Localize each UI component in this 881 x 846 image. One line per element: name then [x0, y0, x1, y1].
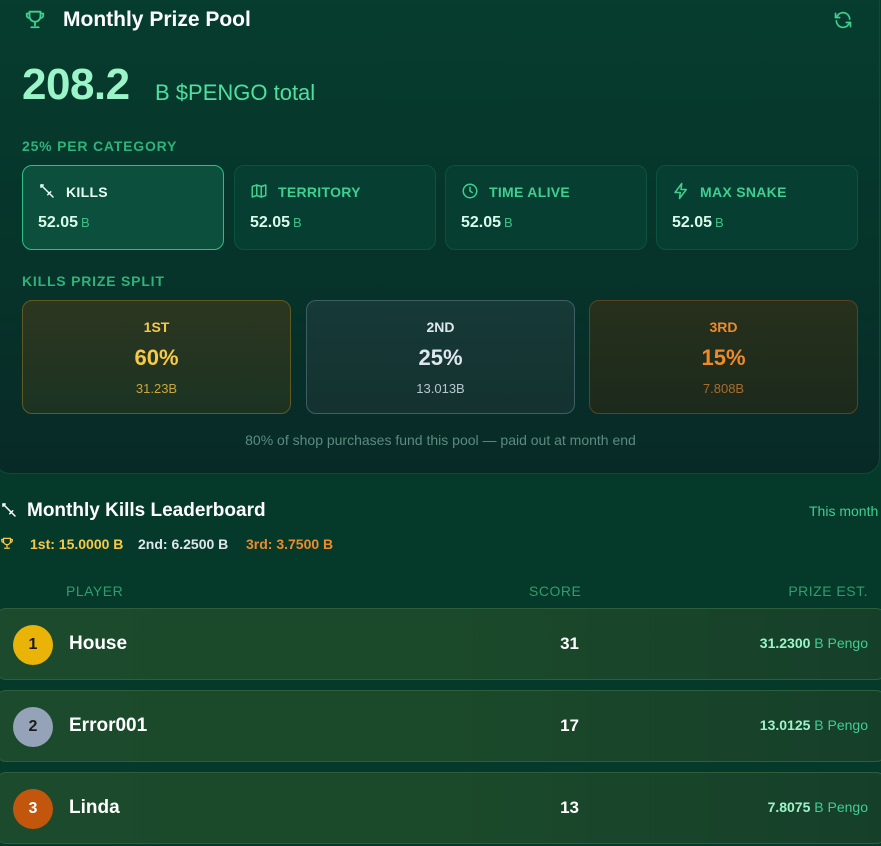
prize-split-3rd: 3rd: 3.7500 B [246, 536, 334, 552]
rank-badge: 2 [13, 707, 53, 747]
pool-total-unit: B $PENGO total [155, 80, 316, 105]
split-card-3rd: 3RD 15% 7.808B [589, 300, 858, 414]
player-score: 13 [560, 798, 579, 817]
category-card-territory[interactable]: TERRITORY 52.05 B [234, 165, 436, 250]
category-name: MAX SNAKE [700, 184, 787, 200]
split-percent: 15% [701, 345, 746, 370]
player-name: Linda [69, 797, 120, 818]
category-name: TERRITORY [278, 184, 361, 200]
split-rank: 1ST [143, 319, 170, 335]
column-header-score: SCORE [529, 583, 582, 599]
trophy-icon [25, 10, 45, 29]
column-header-player: PLAYER [66, 583, 124, 599]
split-rank: 3RD [709, 319, 738, 335]
rank-badge: 1 [13, 625, 53, 665]
category-card-kills[interactable]: KILLS 52.05 B [22, 165, 224, 250]
trophy-icon [1, 537, 13, 549]
pool-footnote: 80% of shop purchases fund this pool — p… [245, 432, 636, 448]
category-value: 52.05 B [672, 214, 724, 231]
split-label: KILLS PRIZE SPLIT [22, 273, 165, 289]
player-score: 31 [560, 634, 579, 653]
player-name: Error001 [69, 715, 148, 736]
sword-icon [40, 184, 54, 198]
categories-label: 25% PER CATEGORY [22, 138, 178, 154]
map-icon [251, 184, 267, 198]
sword-icon [2, 503, 16, 517]
table-row[interactable]: 2 Error001 17 13.0125 B Pengo [0, 690, 881, 762]
leaderboard-title: Monthly Kills Leaderboard [27, 500, 266, 521]
split-amount: 31.23B [135, 381, 178, 396]
lightning-icon [674, 182, 687, 200]
split-card-1st: 1ST 60% 31.23B [22, 300, 291, 414]
category-value: 52.05 B [250, 214, 302, 231]
refresh-icon[interactable] [833, 10, 853, 30]
pool-total-amount: 208.2 [22, 60, 130, 109]
player-name: House [69, 633, 128, 654]
table-row[interactable]: 1 House 31 31.2300 B Pengo [0, 608, 881, 680]
prize-split-2nd: 2nd: 6.2500 B [138, 536, 229, 552]
prize-estimate: 7.8075 B Pengo [767, 799, 868, 815]
category-value: 52.05 B [38, 214, 90, 231]
split-amount: 13.013B [416, 381, 465, 396]
page-title: Monthly Prize Pool [63, 8, 251, 31]
clock-icon [462, 183, 478, 199]
prize-split-1st: 1st: 15.0000 B [30, 536, 124, 552]
prize-estimate: 13.0125 B Pengo [759, 717, 868, 733]
split-percent: 25% [418, 345, 463, 370]
split-percent: 60% [134, 345, 179, 370]
category-card-max-snake[interactable]: MAX SNAKE 52.05 B [656, 165, 858, 250]
column-header-prize: PRIZE EST. [788, 583, 868, 599]
category-name: TIME ALIVE [489, 184, 571, 200]
rank-badge: 3 [13, 789, 53, 829]
player-score: 17 [560, 716, 579, 735]
split-card-2nd: 2ND 25% 13.013B [306, 300, 575, 414]
category-card-time-alive[interactable]: TIME ALIVE 52.05 B [445, 165, 647, 250]
split-rank: 2ND [426, 319, 455, 335]
category-name: KILLS [66, 184, 108, 200]
table-row[interactable]: 3 Linda 13 7.8075 B Pengo [0, 772, 881, 844]
period-selector[interactable]: This month [809, 503, 878, 519]
category-value: 52.05 B [461, 214, 513, 231]
prize-estimate: 31.2300 B Pengo [759, 635, 868, 651]
split-amount: 7.808B [702, 381, 745, 396]
